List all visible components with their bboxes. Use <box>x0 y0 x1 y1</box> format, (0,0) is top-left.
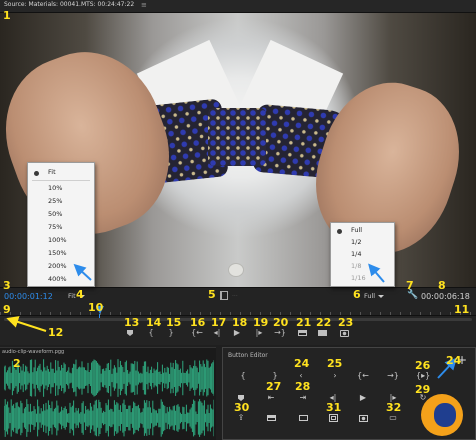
resolution-option-eighth: 1/8 <box>351 262 362 270</box>
callout-29: 29 <box>415 383 431 396</box>
go-to-previous-marker-button[interactable]: ⇤ <box>264 392 278 404</box>
camera-icon[interactable] <box>339 328 349 338</box>
menu-separator <box>32 180 90 181</box>
zoom-option-75[interactable]: 75% <box>28 223 94 231</box>
mark-out-button[interactable]: } <box>166 328 176 338</box>
callout-1: 1 <box>3 9 11 22</box>
callout-26: 26 <box>415 359 431 372</box>
callout-32: 32 <box>386 401 402 414</box>
go-to-in-button[interactable]: {← <box>190 328 204 338</box>
waveform-icon[interactable]: ··· <box>232 293 238 300</box>
callout-18: 18 <box>232 316 248 329</box>
callout-30: 30 <box>234 401 250 414</box>
zoom-option-200[interactable]: 200% <box>28 262 94 270</box>
safe-margins-shape <box>328 414 338 422</box>
insert-shape <box>266 415 276 421</box>
zoom-option-10[interactable]: 10% <box>28 184 94 192</box>
duration-timecode: 00:00:06:18 <box>421 292 470 301</box>
insert-icon[interactable] <box>297 328 307 338</box>
zoom-level-dropdown[interactable]: Fit 10% 25% 50% 75% 100% 150% 200% 400% <box>27 162 95 287</box>
callout-20: 20 <box>273 316 289 329</box>
go-to-out-button[interactable]: →} <box>273 328 287 338</box>
callout-2: 2 <box>13 357 21 370</box>
zoom-option-50[interactable]: 50% <box>28 210 94 218</box>
callout-5: 5 <box>208 288 216 301</box>
mark-in-button[interactable]: { <box>236 370 250 382</box>
mark-in-button[interactable]: { <box>146 328 156 338</box>
callout-24-b: 24 <box>294 357 310 370</box>
go-to-out-button[interactable]: →} <box>386 370 400 382</box>
callout-31: 31 <box>326 401 342 414</box>
filmstrip-icon[interactable] <box>220 291 228 300</box>
go-to-next-marker-button[interactable]: ⇥ <box>296 392 310 404</box>
step-forward-button[interactable]: |▸ <box>253 328 265 338</box>
callout-17: 17 <box>211 316 227 329</box>
resolution-option-quarter[interactable]: 1/4 <box>331 250 394 258</box>
callout-23: 23 <box>338 316 354 329</box>
brand-logo-inner <box>434 403 456 427</box>
overwrite-shape <box>317 330 327 336</box>
zoom-option-fit[interactable]: Fit <box>28 168 94 176</box>
camera-shape <box>339 330 349 337</box>
callout-25: 25 <box>327 357 343 370</box>
marker-shape <box>127 330 133 336</box>
chevron-down-icon <box>378 294 385 298</box>
add-marker-icon[interactable] <box>125 328 135 338</box>
callout-11: 11 <box>454 303 470 316</box>
audio-waveform <box>4 359 214 437</box>
audio-clip-tab[interactable]: audio-clip-waveform.pgg <box>2 349 64 355</box>
zoom-option-25[interactable]: 25% <box>28 197 94 205</box>
callout-3: 3 <box>3 279 11 292</box>
callout-9: 9 <box>3 303 11 316</box>
go-to-in-button[interactable]: {← <box>356 370 370 382</box>
time-ruler[interactable] <box>0 302 476 316</box>
overwrite-icon[interactable] <box>317 328 327 338</box>
resolution-option-full[interactable]: Full <box>331 226 394 234</box>
lift-shape <box>298 415 308 421</box>
callout-16: 16 <box>190 316 206 329</box>
brand-logo <box>421 394 463 436</box>
panel-title-bar: Source: Materials: 00041.MTS: 00:24:47:2… <box>0 0 476 13</box>
resolution-select-value: Full <box>364 292 376 300</box>
play-button[interactable]: ▶ <box>232 328 242 338</box>
callout-13: 13 <box>124 316 140 329</box>
play-button[interactable]: ▶ <box>356 392 370 404</box>
callout-28: 28 <box>295 380 311 393</box>
callout-14: 14 <box>146 316 162 329</box>
resolution-select[interactable]: Full <box>364 292 385 300</box>
callout-19: 19 <box>253 316 269 329</box>
callout-8: 8 <box>438 279 446 292</box>
resolution-option-half[interactable]: 1/2 <box>331 238 394 246</box>
insert-icon[interactable] <box>264 412 278 424</box>
zoom-option-150[interactable]: 150% <box>28 249 94 257</box>
callout-22: 22 <box>316 316 332 329</box>
callout-4: 4 <box>76 288 84 301</box>
button-editor-title: Button Editor <box>228 352 268 359</box>
clear-out-button[interactable]: › <box>328 370 342 382</box>
playhead-timecode[interactable]: 00:00:01:12 <box>4 292 53 301</box>
callout-10: 10 <box>88 301 104 314</box>
zoom-option-100[interactable]: 100% <box>28 236 94 244</box>
resolution-dropdown[interactable]: Full 1/2 1/4 1/8 1/16 <box>330 222 395 287</box>
callout-15: 15 <box>166 316 182 329</box>
camera-shape <box>358 415 368 422</box>
step-back-button[interactable]: ◂| <box>211 328 223 338</box>
camera-icon[interactable] <box>356 412 370 424</box>
zoom-option-400[interactable]: 400% <box>28 275 94 283</box>
zoom-select-value: Fit <box>68 292 76 300</box>
lift-icon[interactable] <box>296 412 310 424</box>
shirt-button <box>228 263 244 277</box>
callout-7: 7 <box>406 279 414 292</box>
callout-24-a: 24 <box>446 354 462 367</box>
bowtie-knot <box>208 108 266 166</box>
callout-21: 21 <box>296 316 312 329</box>
panel-tab-source[interactable]: Source: Materials: 00041.MTS: 00:24:47:2… <box>4 1 134 8</box>
callout-27: 27 <box>266 380 282 393</box>
callout-12: 12 <box>48 326 64 339</box>
audio-waveform-panel: audio-clip-waveform.pgg <box>0 347 216 440</box>
callout-6: 6 <box>353 288 361 301</box>
insert-shape <box>297 330 307 336</box>
panel-menu-icon[interactable]: ≡ <box>141 1 147 9</box>
resolution-option-sixteenth: 1/16 <box>351 274 366 282</box>
